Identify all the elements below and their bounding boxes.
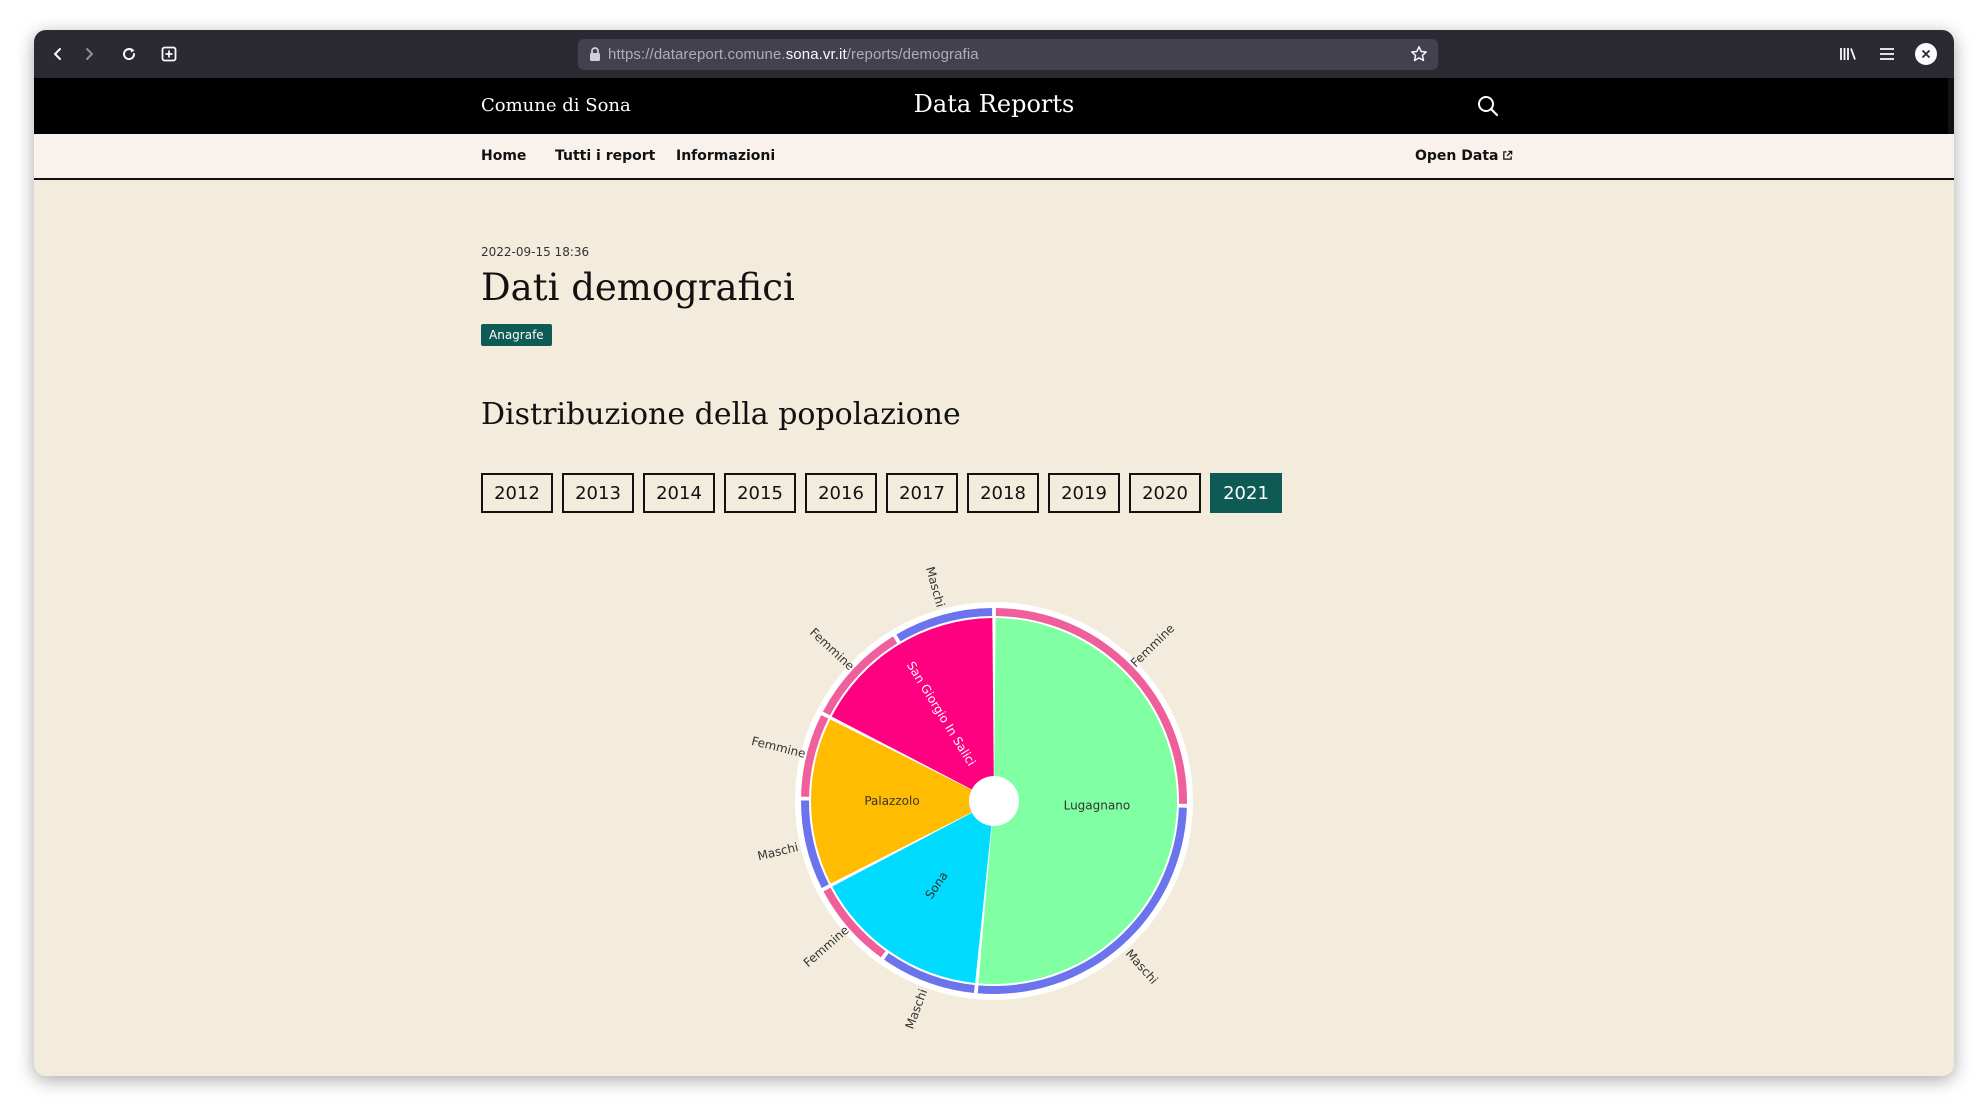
ring-label-maschi-1: Maschi	[1123, 947, 1161, 987]
ring-label-femmine-6: Femmine	[807, 625, 857, 673]
ring-label-maschi-7: Maschi	[923, 565, 948, 609]
ring-label-femmine-5: Femmine	[750, 734, 807, 761]
ring-label-maschi-2: Maschi	[903, 987, 931, 1031]
population-sunburst-chart: LugagnanoSonaPalazzoloSan Giorgio In Sal…	[750, 565, 1193, 1031]
browser-window: https://datareport.comune.sona.vr.it/rep…	[34, 30, 1954, 1076]
slice-label-lugagnano: Lugagnano	[1064, 798, 1131, 812]
ring-label-femmine-0: Femmine	[1128, 621, 1177, 670]
slice-label-palazzolo: Palazzolo	[864, 794, 919, 808]
ring-label-femmine-3: Femmine	[801, 923, 852, 970]
ring-label-maschi-4: Maschi	[756, 840, 800, 863]
